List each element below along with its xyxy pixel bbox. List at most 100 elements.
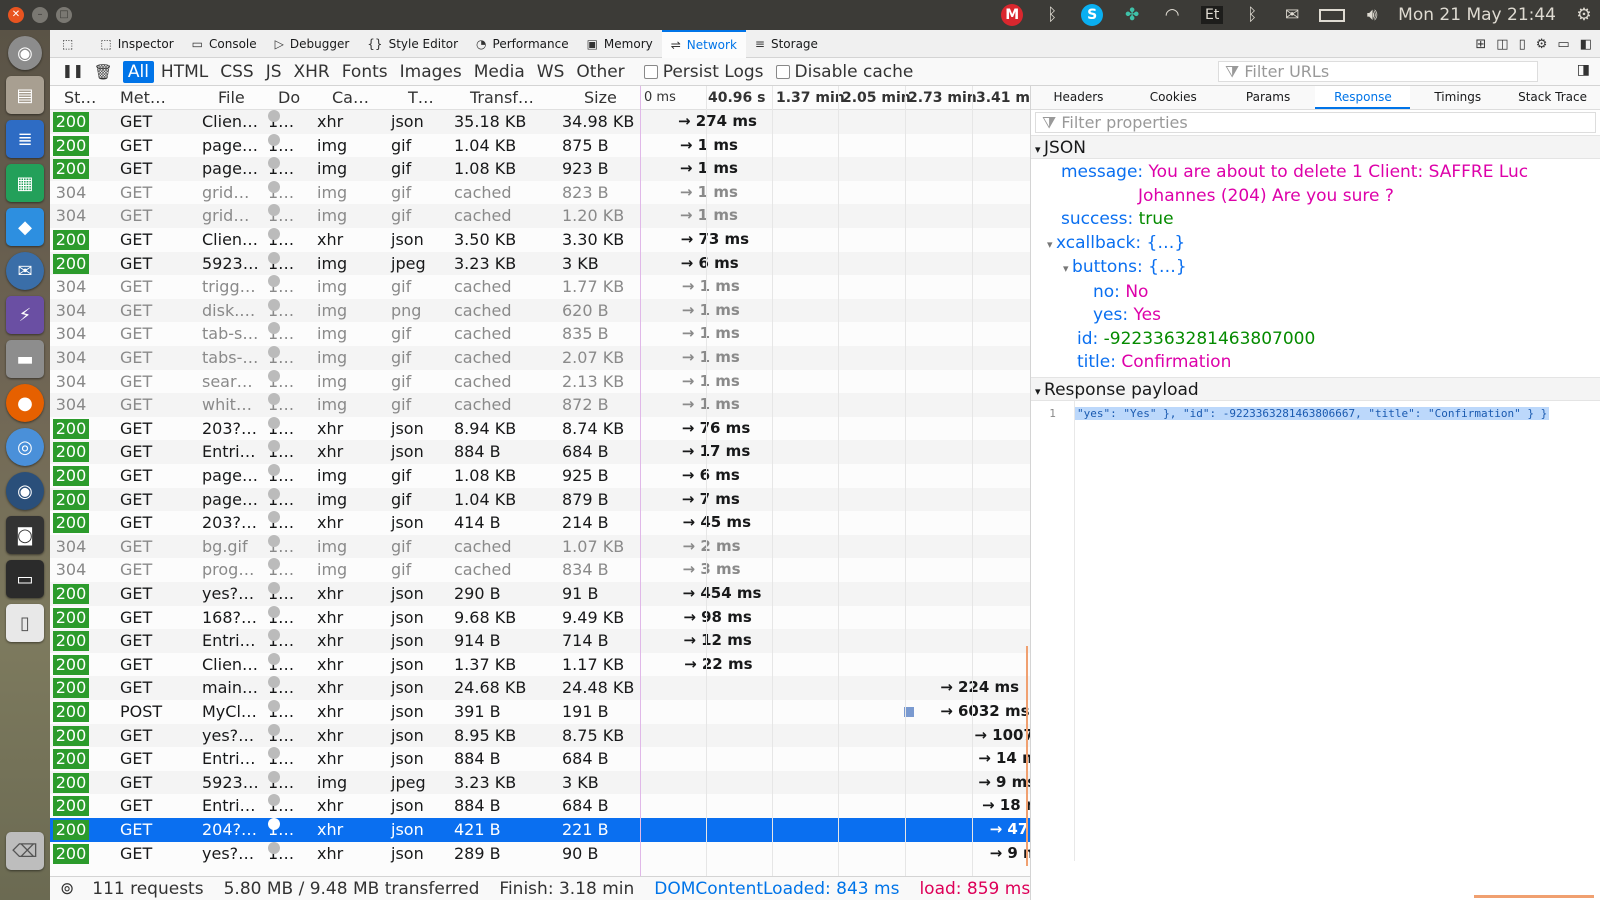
json-row-no[interactable]: no: No [1031, 281, 1600, 305]
table-row[interactable]: 200 GET Clien… xhr json 1.37 KB 1.17 KB 1… → 22… [50, 652, 1030, 677]
details-tab-stack-trace[interactable]: Stack Trace [1505, 86, 1600, 109]
filter-js[interactable]: JS [261, 61, 287, 83]
chromium-icon[interactable]: ◎ [6, 428, 44, 466]
mail-icon[interactable]: ✉ [1272, 0, 1312, 30]
filter-urls-input[interactable]: ⧩ Filter URLs [1218, 61, 1538, 82]
filter-html[interactable]: HTML [156, 61, 213, 83]
window-maximize-button[interactable]: □ [56, 7, 72, 23]
horizontal-scrollbar[interactable] [1474, 895, 1594, 898]
clock[interactable]: Mon 21 May 21:44 [1392, 5, 1568, 25]
filter-all[interactable]: All [122, 60, 154, 83]
keyboard-layout-icon[interactable]: Et [1192, 0, 1232, 30]
filter-images[interactable]: Images [395, 61, 467, 83]
tab-style-editor[interactable]: {} Style Editor [358, 30, 467, 58]
bluetooth-icon[interactable]: ᛒ [1232, 0, 1272, 30]
split-console-icon[interactable]: ◫ [1496, 37, 1508, 52]
filter-xhr[interactable]: XHR [289, 61, 335, 83]
table-row[interactable]: 200 GET Entri… xhr json 914 B 714 B 1… → 12 ms [50, 629, 1030, 653]
pause-icon[interactable]: ❚❚ [62, 64, 84, 79]
table-row[interactable]: 304 GET trigg… img gif cached 1.77 KB 1… → 1 ms [50, 275, 1030, 299]
table-row[interactable]: 304 GET tab-s… img gif cached 835 B 1… → 1 ms [50, 322, 1030, 346]
table-row[interactable]: 200 GET 204?… xhr json 421 B 221 B 1… → 47 ms [50, 818, 1030, 842]
col-method[interactable]: Met… [120, 88, 166, 107]
filter-css[interactable]: CSS [215, 61, 258, 83]
dock-side-icon[interactable]: ▭ [1557, 37, 1569, 52]
files-icon[interactable]: ▤ [6, 76, 44, 114]
json-section-header[interactable]: ▾ JSON [1031, 135, 1600, 159]
table-row[interactable]: 200 GET page… img gif 1.08 KB 923 B 1… → 1 ms [50, 157, 1030, 181]
dock-bottom-icon[interactable]: ◧ [1580, 37, 1592, 52]
col-cause[interactable]: Ca… [332, 88, 369, 107]
table-row[interactable]: 200 GET Clien… xhr json 35.18 KB 34.98 KB 1… → … [50, 110, 1030, 134]
table-row[interactable]: 304 GET bg.gif img gif cached 1.07 KB 1… → 2 ms [50, 534, 1030, 559]
battery-icon[interactable] [1312, 0, 1352, 30]
puzzle-icon[interactable]: ✤ [1112, 0, 1152, 30]
table-row[interactable]: 200 GET Entri… xhr json 884 B 684 B 1… → 17 ms [50, 440, 1030, 464]
payload-editor[interactable]: 1 "yes": "Yes" }, "id": -922336328146380… [1031, 400, 1600, 861]
filter-ws[interactable]: WS [532, 61, 570, 83]
col-type[interactable]: T… [408, 88, 434, 107]
tab-inspector[interactable]: ⬚ Inspector [91, 30, 182, 58]
filter-properties-input[interactable]: ⧩ Filter properties [1035, 112, 1596, 133]
tab-console[interactable]: ▭ Console [183, 30, 266, 58]
window-minimize-button[interactable]: – [32, 7, 48, 23]
virtualbox-icon[interactable]: ◆ [6, 208, 44, 246]
table-row[interactable]: 200 GET page… img gif 1.04 KB 875 B 1… → 1 ms [50, 133, 1030, 158]
trash-icon[interactable]: ⌫ [6, 832, 44, 870]
calc-icon[interactable]: ▦ [6, 164, 44, 202]
table-row[interactable]: 200 GET 203?… xhr json 8.94 KB 8.74 KB 1… → 76 … [50, 416, 1030, 441]
tab-performance[interactable]: ◔ Performance [467, 30, 578, 58]
details-tab-headers[interactable]: Headers [1031, 86, 1126, 109]
text-editor-icon[interactable]: ▯ [6, 604, 44, 642]
browser-icon[interactable]: ◉ [6, 472, 44, 510]
table-row[interactable]: 200 POST MyCl… xhr json 391 B 191 B 1… → 6032 m… [50, 700, 1030, 724]
col-file[interactable]: File [218, 88, 245, 107]
table-row[interactable]: 200 GET 168?… xhr json 9.68 KB 9.49 KB 1… → 98 … [50, 605, 1030, 630]
archive-icon[interactable]: ▬ [6, 340, 44, 378]
table-row[interactable]: 200 GET Entri… xhr json 884 B 684 B 1… → 14 ms [50, 747, 1030, 771]
disable-cache-checkbox[interactable]: Disable cache [775, 62, 913, 82]
json-row-yes[interactable]: yes: Yes [1031, 304, 1600, 328]
details-tab-response[interactable]: Response [1315, 86, 1411, 109]
json-row-id[interactable]: id: -9223363281463807000 [1031, 328, 1600, 352]
table-row[interactable]: 200 GET 5923… img jpeg 3.23 KB 3 KB 1… → 6 ms [50, 251, 1030, 276]
settings-icon[interactable]: ⚙ [1536, 37, 1548, 52]
tab-network[interactable]: ⇌ Network [661, 29, 746, 58]
table-row[interactable]: 200 GET 203?… xhr json 414 B 214 B 1… → 45 ms [50, 511, 1030, 535]
table-row[interactable]: 304 GET prog… img gif cached 834 B 1… → 3 ms [50, 558, 1030, 582]
tab-storage[interactable]: ≡ Storage [746, 30, 827, 58]
clear-icon[interactable]: 🗑︎ [94, 63, 113, 81]
dock-icon[interactable]: ⊞ [1475, 37, 1486, 52]
col-transferred[interactable]: Transf… [470, 88, 534, 107]
skype-icon[interactable]: S [1072, 0, 1112, 30]
pick-element-button[interactable]: ⬚ [50, 30, 91, 58]
table-row[interactable]: 200 GET Entri… xhr json 884 B 684 B 1… → 18 ms [50, 794, 1030, 818]
details-tab-cookies[interactable]: Cookies [1126, 86, 1221, 109]
table-row[interactable]: 304 GET tabs-… img gif cached 2.07 KB 1… → 1 ms [50, 346, 1030, 370]
json-row-title[interactable]: title: Confirmation [1031, 351, 1600, 375]
json-row-message[interactable]: message: You are about to delete 1 Clien… [1031, 161, 1600, 185]
json-row-buttons[interactable]: ▾ buttons: {…} [1031, 256, 1600, 281]
col-status[interactable]: St… [64, 88, 96, 107]
tab-debugger[interactable]: ▷ Debugger [266, 30, 359, 58]
table-row[interactable]: 200 GET 5923… img jpeg 3.23 KB 3 KB 1… → 9 ms [50, 770, 1030, 795]
filter-media[interactable]: Media [469, 61, 530, 83]
disable-cache-box[interactable] [775, 64, 790, 79]
wifi-icon[interactable]: ◠ [1152, 0, 1192, 30]
editor-icon[interactable]: ⚡ [6, 296, 44, 334]
ubuntu-dash-icon[interactable]: ◉ [8, 36, 42, 70]
firefox-icon[interactable]: ● [6, 384, 44, 422]
gear-icon[interactable]: ⚙ [1568, 0, 1600, 30]
table-row[interactable]: 304 GET grid… img gif cached 823 B 1… → 1 ms [50, 180, 1030, 205]
table-row[interactable]: 200 GET yes?… xhr json 8.95 KB 8.75 KB 1… → 100… [50, 723, 1030, 748]
json-row-success[interactable]: success: true [1031, 208, 1600, 232]
table-row[interactable]: 200 GET yes?… xhr json 290 B 91 B 1… → 454 ms [50, 582, 1030, 606]
payload-code[interactable]: "yes": "Yes" }, "id": -92233632814638066… [1075, 406, 1550, 420]
persist-logs-checkbox[interactable]: Persist Logs [643, 62, 764, 82]
table-row[interactable]: 304 GET disk.… img png cached 620 B 1… → 1 ms [50, 298, 1030, 323]
filter-fonts[interactable]: Fonts [337, 61, 393, 83]
table-row[interactable]: 304 GET grid… img gif cached 1.20 KB 1… → 1 ms [50, 204, 1030, 228]
table-row[interactable]: 200 GET main… xhr json 24.68 KB 24.48 KB 1… → 2… [50, 676, 1030, 700]
thunderbird-icon[interactable]: ✉ [6, 252, 44, 290]
filter-other[interactable]: Other [571, 61, 629, 83]
